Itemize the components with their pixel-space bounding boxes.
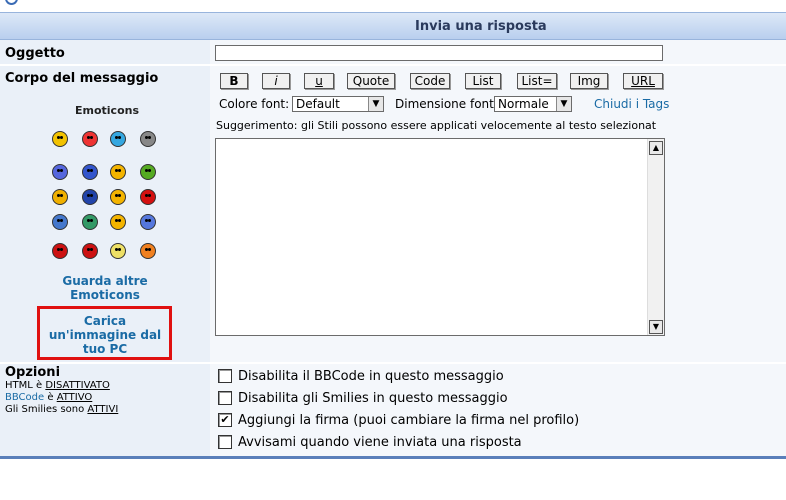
smiley-icon[interactable] — [140, 131, 156, 147]
smiley-icon[interactable] — [110, 189, 126, 205]
list-button[interactable]: List — [465, 73, 501, 89]
subject-input[interactable] — [215, 45, 663, 61]
bbcode-link[interactable]: BBCode — [5, 392, 44, 403]
font-color-select[interactable]: Default ▼ — [292, 96, 384, 112]
signature-checkbox[interactable]: ✔ — [218, 413, 232, 427]
smiley-icon[interactable] — [140, 164, 156, 180]
smiley-icon[interactable] — [82, 243, 98, 259]
smiley-icon[interactable] — [140, 243, 156, 259]
list-numbered-button[interactable]: List= — [517, 73, 557, 89]
underline-button[interactable]: u — [304, 73, 334, 89]
smiley-icon[interactable] — [110, 243, 126, 259]
smiley-icon[interactable] — [140, 189, 156, 205]
options-title: Opzioni — [5, 365, 61, 380]
italic-button[interactable]: i — [262, 73, 290, 89]
smilies-state: ATTIVI — [87, 404, 119, 415]
scroll-down-icon[interactable]: ▼ — [649, 320, 663, 334]
row-divider — [0, 362, 786, 364]
smiley-icon[interactable] — [110, 164, 126, 180]
smilies-status: Gli Smilies sono ATTIVI — [5, 404, 119, 415]
font-size-value: Normale — [498, 97, 549, 111]
notify-label: Avvisami quando viene inviata una rispos… — [238, 435, 522, 450]
subject-label: Oggetto — [5, 46, 65, 61]
smiley-icon[interactable] — [52, 214, 68, 230]
disable-bbcode-label: Disabilita il BBCode in questo messaggio — [238, 369, 504, 384]
url-button[interactable]: URL — [623, 73, 663, 89]
disable-bbcode-checkbox[interactable] — [218, 369, 232, 383]
more-emoticons-link[interactable]: Guarda altre Emoticons — [50, 274, 160, 302]
smiley-icon[interactable] — [82, 164, 98, 180]
smiley-icon[interactable] — [82, 131, 98, 147]
upload-image-link[interactable]: Carica un'immagine dal tuo PC — [44, 314, 166, 356]
disable-smilies-checkbox[interactable] — [218, 391, 232, 405]
close-tags-link[interactable]: Chiudi i Tags — [594, 97, 669, 111]
smiley-icon[interactable] — [52, 164, 68, 180]
scroll-up-icon[interactable]: ▲ — [649, 141, 663, 155]
disable-smilies-label: Disabilita gli Smilies in questo messagg… — [238, 391, 508, 406]
smiley-icon[interactable] — [82, 214, 98, 230]
smiley-icon[interactable] — [52, 131, 68, 147]
chevron-down-icon: ▼ — [556, 97, 571, 111]
html-status: HTML è DISATTIVATO — [5, 380, 110, 391]
bbcode-status: BBCode è ATTIVO — [5, 392, 93, 403]
chevron-down-icon: ▼ — [368, 97, 383, 111]
hint-field: Suggerimento: gli Stili possono essere a… — [216, 119, 666, 133]
smiley-icon[interactable] — [52, 189, 68, 205]
smiley-icon[interactable] — [110, 214, 126, 230]
html-state: DISATTIVATO — [45, 380, 110, 391]
top-strip — [0, 0, 786, 8]
bbcode-state: ATTIVO — [56, 392, 93, 403]
code-button[interactable]: Code — [410, 73, 450, 89]
notify-checkbox[interactable] — [218, 435, 232, 449]
font-color-value: Default — [296, 97, 340, 111]
body-label: Corpo del messaggio — [5, 71, 159, 86]
font-size-label: Dimensione font: — [395, 97, 498, 111]
font-size-select[interactable]: Normale ▼ — [494, 96, 572, 112]
bold-button[interactable]: B — [220, 73, 248, 89]
smiley-icon[interactable] — [82, 189, 98, 205]
message-textarea[interactable]: ▲ ▼ — [215, 138, 665, 336]
signature-label: Aggiungi la firma (puoi cambiare la firm… — [238, 413, 580, 428]
font-color-label: Colore font: — [219, 97, 290, 111]
smiley-icon[interactable] — [52, 243, 68, 259]
smiley-icon[interactable] — [140, 214, 156, 230]
form-header: Invia una risposta — [0, 12, 786, 40]
smiley-icon[interactable] — [110, 131, 126, 147]
bottom-border — [0, 456, 786, 459]
info-icon — [5, 0, 18, 5]
emoticons-title: Emoticons — [75, 104, 140, 117]
quote-button[interactable]: Quote — [347, 73, 395, 89]
row-divider — [0, 64, 786, 66]
img-button[interactable]: Img — [570, 73, 608, 89]
form-title: Invia una risposta — [415, 19, 547, 34]
textarea-scrollbar[interactable]: ▲ ▼ — [647, 139, 664, 335]
